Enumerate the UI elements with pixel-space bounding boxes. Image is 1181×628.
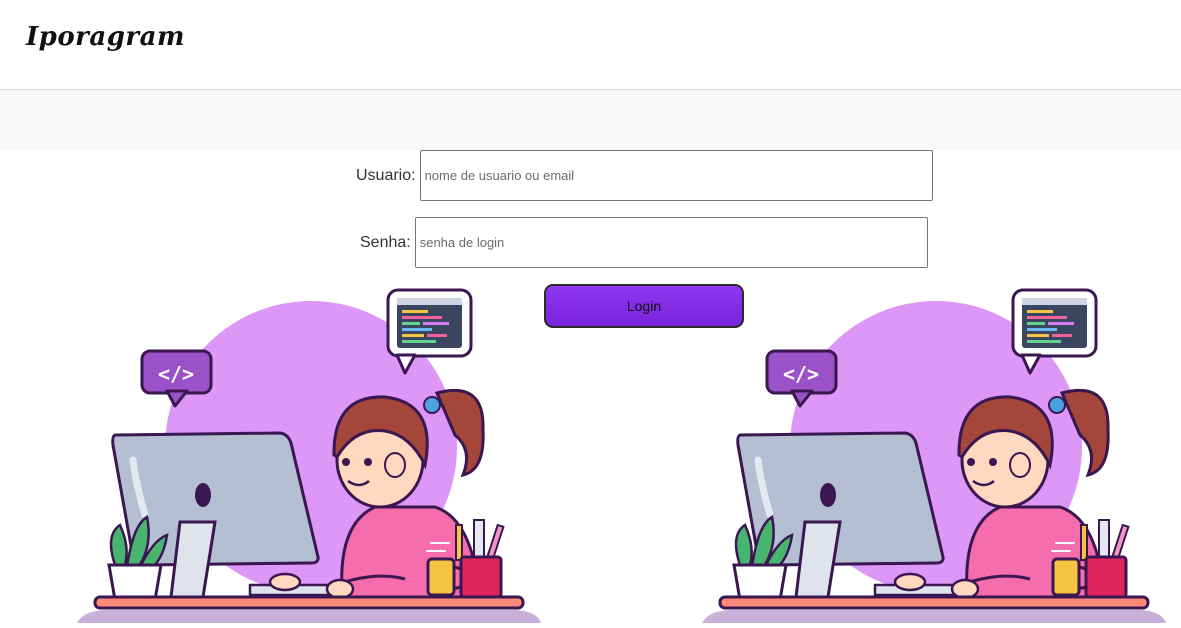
username-input[interactable] [419,150,933,201]
app-logo[interactable]: Iporagram [26,22,185,52]
hand [893,572,927,592]
code-window-bubble-icon [386,288,473,375]
username-label: Usuario: [356,166,416,184]
password-row: Senha: [360,217,928,268]
desk-shadow [702,610,1166,623]
code-glyph: </> [783,362,819,386]
username-row: Usuario: [356,150,933,201]
hand [950,578,980,600]
desk [93,595,525,610]
password-input[interactable] [414,217,928,268]
illustration-right: </> [700,285,1170,628]
desk-shadow [77,610,541,623]
code-window-bubble-icon [1011,288,1098,375]
password-label: Senha: [360,233,411,251]
gray-band [0,90,1181,150]
desk [718,595,1150,610]
code-glyph: </> [158,362,194,386]
illustration-left: </> [75,285,545,628]
hand [325,578,355,600]
top-bar: Iporagram [0,0,1181,90]
hand [268,572,302,592]
